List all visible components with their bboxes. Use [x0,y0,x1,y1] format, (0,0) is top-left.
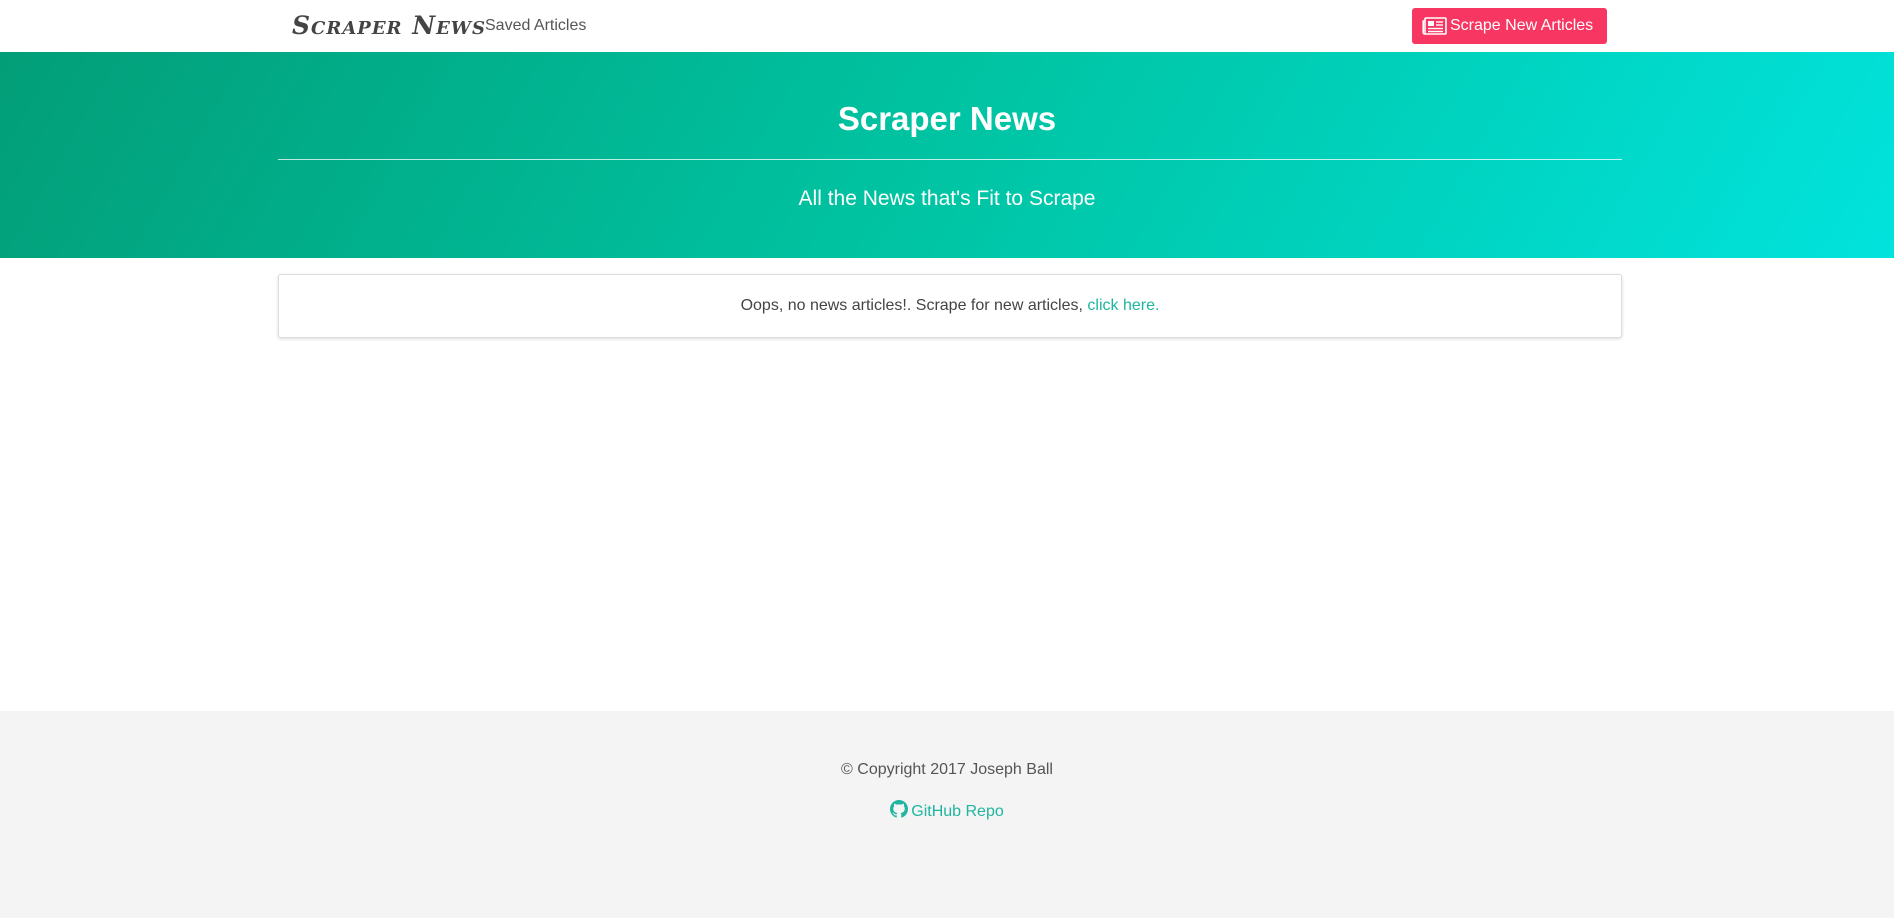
brand-logo-link[interactable]: Scraper News [292,10,486,42]
github-repo-label: GitHub Repo [911,803,1004,820]
hero-subtitle: All the News that's Fit to Scrape [798,187,1096,210]
nav-link-saved-articles[interactable]: Saved Articles [485,16,586,36]
empty-articles-notice: Oops, no news articles!. Scrape for new … [278,274,1622,338]
github-icon [890,800,909,818]
scrape-new-articles-button[interactable]: Scrape New Articles [1412,8,1607,44]
hero-title: Scraper News [837,100,1057,137]
hero-banner: Scraper News All the News that's Fit to … [0,52,1894,258]
navbar: Scraper News Saved Articles Scrape New A… [0,0,1894,52]
scrape-click-here-link[interactable]: click here. [1087,297,1159,314]
hero-divider [278,159,1622,160]
footer: © Copyright 2017 Joseph Ball GitHub Repo [0,711,1894,918]
empty-articles-message: Oops, no news articles!. Scrape for new … [740,297,1088,314]
copyright-text: © Copyright 2017 Joseph Ball [841,761,1053,778]
navbar-container: Scraper News Saved Articles Scrape New A… [278,0,1622,52]
github-repo-link[interactable]: GitHub Repo [0,800,1894,822]
scrape-button-label: Scrape New Articles [1450,17,1594,34]
newspaper-icon [1422,17,1447,35]
